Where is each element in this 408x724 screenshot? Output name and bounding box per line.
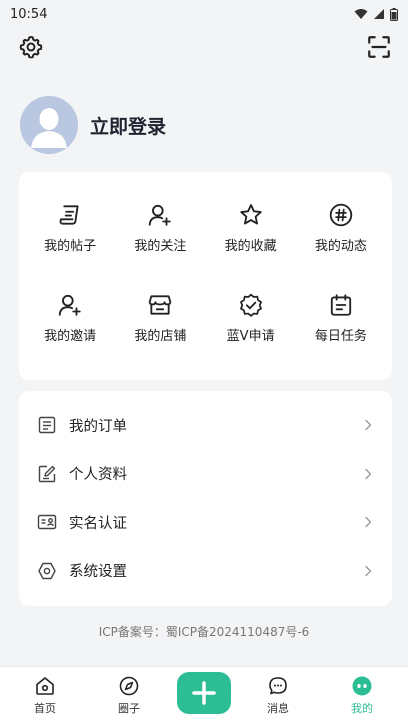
wifi-icon [354,9,368,19]
grid-item-label: 我的帖子 [44,239,97,254]
verified-badge-icon [239,293,262,317]
order-icon [38,417,56,434]
tab-mine[interactable]: 我的 [332,667,392,724]
grid-item-my-invites[interactable]: 我的邀请 [25,292,115,344]
grid-item-label: 蓝V申请 [226,329,275,344]
grid-item-label: 我的邀请 [44,329,97,344]
chevron-right-icon [365,420,372,431]
signal-icon [374,9,384,19]
chevron-right-icon [365,517,372,528]
star-icon [239,204,262,225]
id-card-icon [37,515,57,530]
feature-grid-card: 我的帖子 我的关注 我的收藏 我的动态 我的邀请 我的店铺 蓝V申请 每日任务 [19,172,392,380]
user-add-icon [149,204,172,226]
profile-section[interactable]: 立即登录 [20,96,166,154]
avatar[interactable] [20,96,78,154]
grid-item-label: 我的收藏 [224,239,277,254]
grid-item-my-store[interactable]: 我的店铺 [115,292,205,344]
edit-document-icon [38,465,56,482]
tab-home[interactable]: 首页 [15,667,75,724]
icp-record: ICP备案号：蜀ICP备2024110487号-6 [98,625,310,639]
gear-icon[interactable] [18,34,44,60]
grid-item-my-posts[interactable]: 我的帖子 [25,202,115,254]
add-post-button[interactable] [177,672,231,714]
default-avatar-icon [20,96,78,154]
plus-icon [192,681,216,705]
menu-item-label: 实名认证 [69,515,127,532]
battery-icon [390,7,398,21]
menu-item-label: 系统设置 [69,564,127,581]
grid-item-daily-tasks[interactable]: 每日任务 [296,292,386,344]
status-icons [354,7,398,21]
menu-list-card: 我的订单 个人资料 实名认证 系统设置 [19,391,392,606]
home-icon [36,677,54,695]
grid-item-my-activity[interactable]: 我的动态 [296,202,386,254]
user-plus-icon [58,294,81,316]
grid-item-my-following[interactable]: 我的关注 [115,202,205,254]
grid-item-label: 我的店铺 [134,329,187,344]
hashtag-icon [329,203,353,227]
grid-item-label: 每日任务 [314,329,367,344]
tab-label: 首页 [34,702,56,715]
tab-label: 圈子 [118,702,140,715]
tab-circle[interactable]: 圈子 [99,667,159,724]
grid-item-label: 我的动态 [314,239,367,254]
compass-icon [119,676,139,696]
store-icon [149,295,172,315]
face-icon [352,676,372,696]
scan-icon[interactable] [366,34,392,60]
login-link[interactable]: 立即登录 [90,112,166,139]
tab-label: 消息 [267,702,289,715]
grid-item-label: 我的关注 [134,239,187,254]
chevron-right-icon [365,468,372,479]
status-bar: 10:54 [0,0,408,28]
hex-settings-icon [38,562,56,579]
grid-item-my-favorites[interactable]: 我的收藏 [206,202,296,254]
menu-item-my-orders[interactable]: 我的订单 [19,401,392,450]
grid-item-blue-v-apply[interactable]: 蓝V申请 [206,292,296,344]
menu-item-label: 个人资料 [69,467,127,484]
menu-item-label: 我的订单 [69,418,127,435]
tab-label: 我的 [351,702,373,715]
post-icon [59,205,79,225]
tab-messages[interactable]: 消息 [248,667,308,724]
feature-grid: 我的帖子 我的关注 我的收藏 我的动态 我的邀请 我的店铺 蓝V申请 每日任务 [19,202,392,344]
status-time: 10:54 [10,6,48,22]
chat-icon [269,677,287,695]
menu-item-profile[interactable]: 个人资料 [19,450,392,499]
menu-item-system-settings[interactable]: 系统设置 [19,547,392,596]
calendar-icon [330,294,352,316]
top-bar [0,34,408,62]
menu-item-real-name-auth[interactable]: 实名认证 [19,498,392,547]
chevron-right-icon [365,565,372,576]
